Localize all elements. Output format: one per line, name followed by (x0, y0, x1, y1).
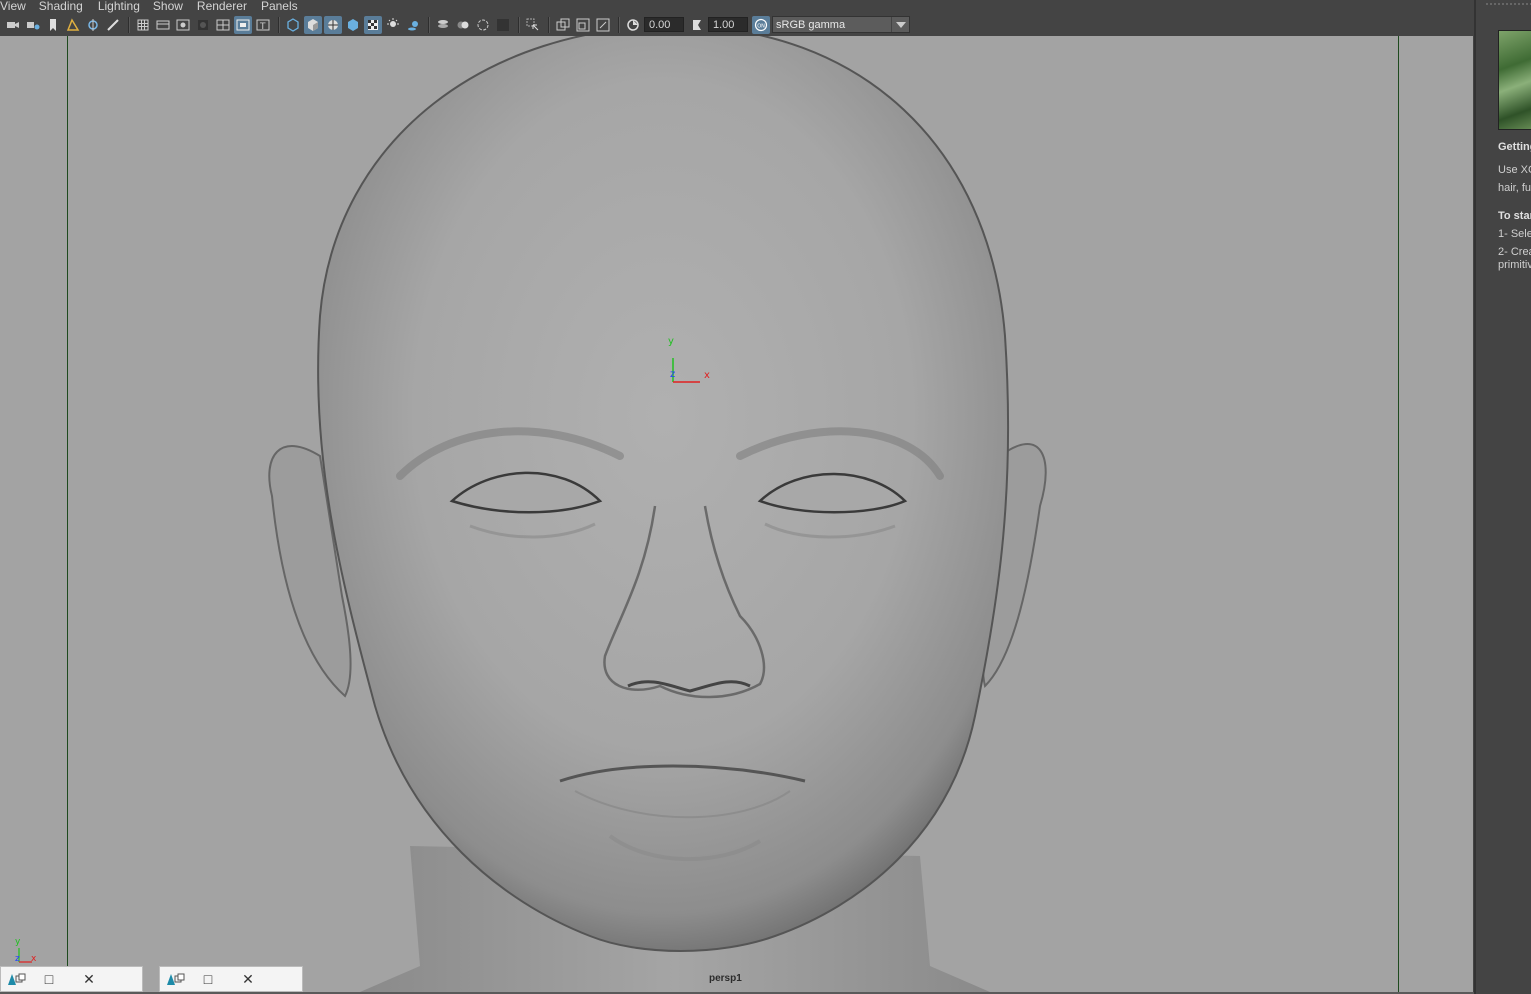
panel-drag-handle[interactable] (1486, 3, 1531, 5)
3d-viewport[interactable]: y z x y z x persp1 (0, 36, 1473, 992)
smooth-shade-icon[interactable] (304, 15, 322, 34)
maya-app-icon (8, 973, 26, 985)
gate-mask-icon[interactable] (194, 16, 212, 34)
panel-step2: 2- Crea (1498, 246, 1531, 258)
menu-show[interactable]: Show (153, 0, 190, 13)
svg-text:ON: ON (757, 23, 765, 29)
panel-menu-bar: View Shading Lighting Show Renderer Pane… (0, 0, 1474, 13)
pivot-y-label: y (668, 336, 674, 347)
motion-blur-icon[interactable] (434, 16, 452, 34)
minimized-window-1[interactable]: □ ✕ (0, 966, 143, 992)
menu-shading[interactable]: Shading (39, 0, 90, 13)
close-icon[interactable]: ✕ (228, 967, 268, 991)
toolbar-separator (618, 16, 620, 33)
screen-space-ao-icon[interactable] (404, 16, 422, 34)
color-management-icon[interactable]: ON (752, 15, 770, 34)
xray-joints-icon[interactable] (574, 16, 592, 34)
view-axis-z-label: z (15, 954, 20, 964)
panel-heading: Getting (1498, 141, 1531, 153)
menu-view[interactable]: View (0, 0, 33, 13)
maya-app-icon (167, 973, 185, 985)
view-axis-x-label: x (31, 954, 37, 964)
camera-name-label: persp1 (709, 973, 742, 984)
chevron-down-icon[interactable] (891, 17, 909, 32)
svg-text:T: T (259, 22, 266, 32)
panel-step2-cont: primitiv (1498, 259, 1531, 271)
grid-icon[interactable] (134, 16, 152, 34)
menu-panels[interactable]: Panels (261, 0, 305, 13)
frame-all-icon[interactable] (594, 16, 612, 34)
camera-attributes-icon[interactable] (24, 16, 42, 34)
toolbar-separator (128, 16, 130, 33)
minimized-window-2[interactable]: □ ✕ (159, 966, 303, 992)
camera-icon[interactable] (4, 16, 22, 34)
toolbar-separator (278, 16, 280, 33)
bookmark-icon[interactable] (44, 16, 62, 34)
pivot-x-label: x (704, 370, 710, 381)
film-gate-left-line (67, 36, 68, 992)
xray-icon[interactable] (524, 16, 542, 34)
textured-icon[interactable] (344, 16, 362, 34)
maximize-icon[interactable]: □ (188, 967, 228, 991)
menu-renderer[interactable]: Renderer (197, 0, 254, 13)
wireframe-icon[interactable] (284, 16, 302, 34)
panel-step1: 1- Sele (1498, 228, 1531, 240)
safe-action-icon[interactable] (234, 15, 252, 34)
grease-pencil-icon[interactable] (104, 16, 122, 34)
color-space-value: sRGB gamma (776, 19, 846, 31)
menu-lighting[interactable]: Lighting (98, 0, 147, 13)
panel-text-line1: Use XG (1498, 164, 1531, 176)
isolate-select-icon[interactable] (494, 16, 512, 34)
2d-pan-zoom-icon[interactable] (84, 16, 102, 34)
maximize-icon[interactable]: □ (29, 967, 69, 991)
gamma-field[interactable]: 1.00 (708, 17, 748, 32)
xray-active-components-icon[interactable] (554, 16, 572, 34)
toolbar-separator (428, 16, 430, 33)
panel-subheading: To star (1498, 210, 1531, 222)
xgen-side-panel: Getting Use XG hair, fu To star 1- Sele … (1474, 0, 1531, 994)
close-icon[interactable]: ✕ (69, 967, 109, 991)
film-gate-icon[interactable] (154, 16, 172, 34)
resolution-gate-icon[interactable] (174, 16, 192, 34)
toolbar-separator (548, 16, 550, 33)
pivot-z-label: z (670, 369, 676, 380)
color-space-dropdown[interactable]: sRGB gamma (772, 16, 910, 33)
head-model (268, 36, 1047, 992)
film-gate-right-line (1398, 36, 1399, 992)
use-all-lights-icon[interactable] (364, 15, 382, 34)
safe-title-icon[interactable]: T (254, 16, 272, 34)
depth-of-field-icon[interactable] (474, 16, 492, 34)
panel-toolbar: T 0.00 1.00 ON sRGB gamma (0, 13, 1474, 36)
gamma-icon[interactable] (688, 16, 706, 34)
maya-viewport-window: View Shading Lighting Show Renderer Pane… (0, 0, 1531, 994)
field-chart-icon[interactable] (214, 16, 232, 34)
exposure-icon[interactable] (624, 16, 642, 34)
multisample-aa-icon[interactable] (454, 16, 472, 34)
shadows-icon[interactable] (384, 16, 402, 34)
toolbar-separator (518, 16, 520, 33)
xgen-preview-image (1498, 30, 1531, 130)
image-plane-icon[interactable] (64, 16, 82, 34)
head-shape (317, 36, 1010, 952)
view-axis-y-label: y (15, 937, 21, 947)
panel-text-line2: hair, fu (1498, 182, 1531, 194)
exposure-field[interactable]: 0.00 (644, 17, 684, 32)
wireframe-on-shaded-icon[interactable] (324, 15, 342, 34)
